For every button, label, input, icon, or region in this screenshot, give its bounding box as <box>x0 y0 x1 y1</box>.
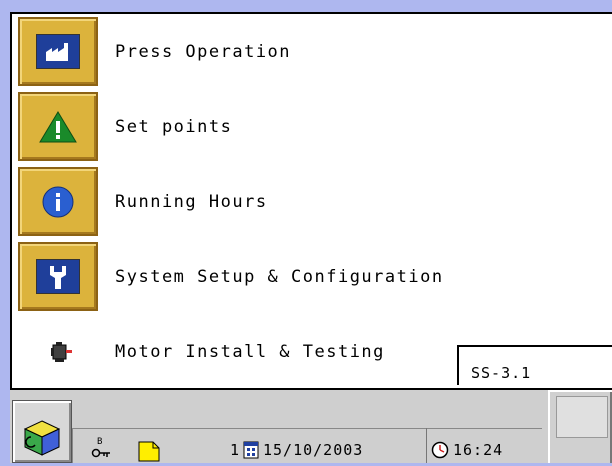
menu-item-running-hours[interactable]: Running Hours <box>12 164 612 239</box>
page-number: 1 <box>230 441 241 459</box>
info-icon <box>36 184 80 219</box>
svg-text:B: B <box>97 437 102 447</box>
navigation-cube-button[interactable] <box>12 400 72 463</box>
motor-icon <box>50 340 74 364</box>
menu-label: Set points <box>115 117 233 137</box>
running-hours-tile[interactable] <box>18 167 98 236</box>
cube-icon <box>23 420 61 456</box>
press-operation-tile[interactable] <box>18 17 98 86</box>
menu-label: Press Operation <box>115 42 292 62</box>
screen-code: SS-3.1 <box>471 364 532 382</box>
screen-code-box: SS-3.1 <box>457 345 612 385</box>
softkey-button[interactable] <box>548 390 612 463</box>
menu-label: Running Hours <box>115 192 268 212</box>
clock-icon <box>431 441 449 459</box>
calendar-icon <box>243 441 259 459</box>
hmi-screen: Press Operation Set points Running Hours… <box>0 0 612 463</box>
softkey-face <box>556 396 608 438</box>
wrench-icon <box>36 259 80 294</box>
status-divider <box>426 428 427 463</box>
menu-label: Motor Install & Testing <box>115 342 385 362</box>
key-icon: B <box>90 434 112 460</box>
system-setup-tile[interactable] <box>18 242 98 311</box>
warning-triangle-icon <box>36 109 80 144</box>
document-icon <box>138 441 160 462</box>
factory-icon <box>36 34 80 69</box>
date-display: 15/10/2003 <box>263 441 364 459</box>
menu-item-set-points[interactable]: Set points <box>12 89 612 164</box>
menu-label: System Setup & Configuration <box>115 267 444 287</box>
time-display: 16:24 <box>453 441 504 459</box>
menu-item-system-setup[interactable]: System Setup & Configuration <box>12 239 612 314</box>
menu-item-press-operation[interactable]: Press Operation <box>12 14 612 89</box>
set-points-tile[interactable] <box>18 92 98 161</box>
